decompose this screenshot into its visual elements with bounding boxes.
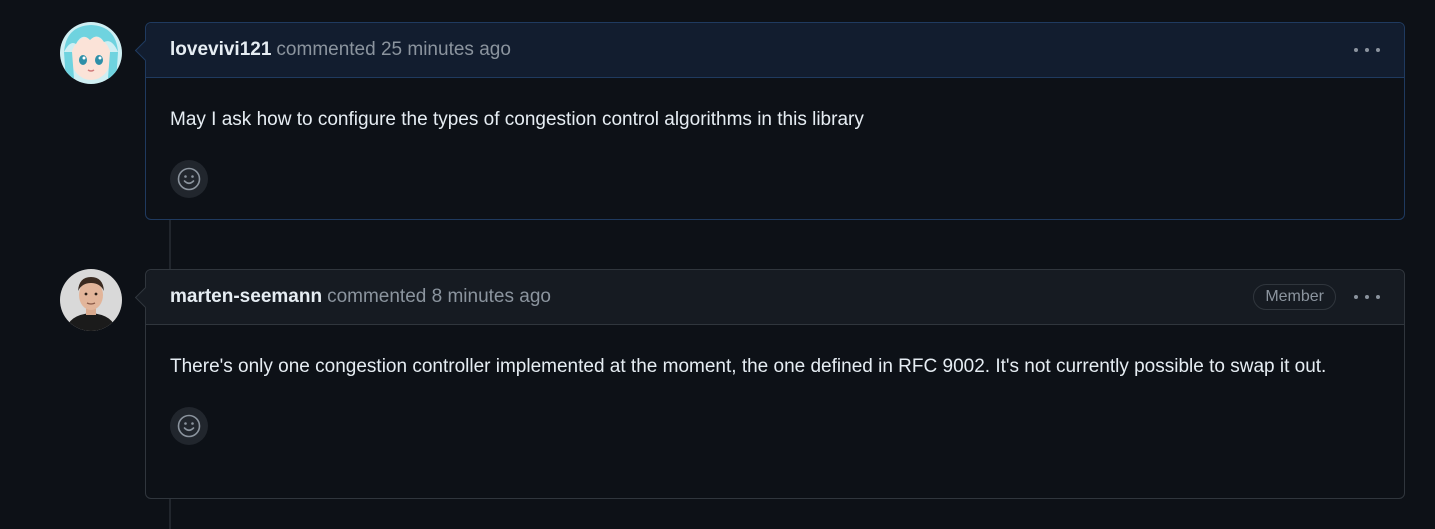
timeline-connector: [169, 499, 171, 529]
add-reaction-button[interactable]: [170, 407, 208, 445]
smiley-icon: [177, 167, 201, 191]
add-reaction-button[interactable]: [170, 160, 208, 198]
comment-author[interactable]: marten-seemann: [170, 286, 322, 308]
avatar[interactable]: [60, 22, 122, 84]
comment-card: marten-seemann commented 8 minutes ago M…: [145, 269, 1405, 499]
timeline-connector: [169, 220, 171, 270]
comment-body: There's only one congestion controller i…: [170, 356, 1327, 377]
comment-body: May I ask how to configure the types of …: [170, 109, 864, 130]
comment-author[interactable]: lovevivi121: [170, 39, 271, 61]
smiley-icon: [177, 414, 201, 438]
kebab-horizontal-icon[interactable]: [1354, 40, 1380, 60]
member-badge: Member: [1253, 284, 1336, 310]
avatar[interactable]: [60, 269, 122, 331]
comment-card: lovevivi121 commented 25 minutes ago May…: [145, 22, 1405, 220]
comment-timestamp[interactable]: commented 25 minutes ago: [276, 39, 510, 61]
comment-header: marten-seemann commented 8 minutes ago M…: [146, 270, 1404, 325]
comment-header: lovevivi121 commented 25 minutes ago: [146, 23, 1404, 78]
kebab-horizontal-icon[interactable]: [1354, 287, 1380, 307]
comment-timestamp[interactable]: commented 8 minutes ago: [327, 286, 551, 308]
